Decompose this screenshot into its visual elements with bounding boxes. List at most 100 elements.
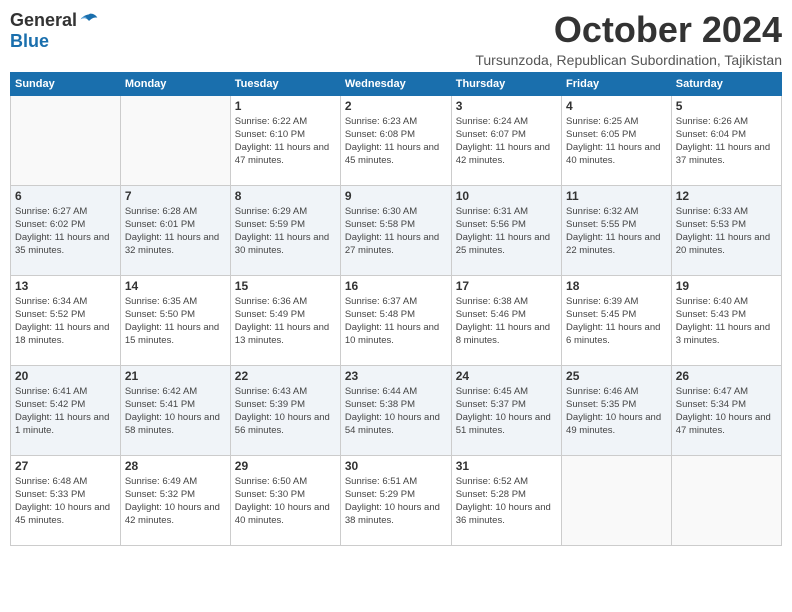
calendar-cell: 14 Sunrise: 6:35 AM Sunset: 5:50 PM Dayli…: [120, 275, 230, 365]
logo-bird-icon: [79, 11, 99, 31]
calendar-cell: [120, 95, 230, 185]
day-number: 31: [456, 459, 557, 473]
day-number: 22: [235, 369, 336, 383]
calendar-cell: 11 Sunrise: 6:32 AM Sunset: 5:55 PM Dayli…: [562, 185, 672, 275]
calendar-cell: 5Sunrise: 6:26 AM Sunset: 6:04 PM Daylig…: [671, 95, 781, 185]
day-header-wednesday: Wednesday: [340, 72, 451, 95]
day-info: Sunrise: 6:30 AM Sunset: 5:58 PM Dayligh…: [345, 205, 447, 258]
location-title: Tursunzoda, Republican Subordination, Ta…: [475, 52, 782, 68]
day-number: 2: [345, 99, 447, 113]
calendar-cell: 23 Sunrise: 6:44 AM Sunset: 5:38 PM Dayli…: [340, 365, 451, 455]
calendar-cell: 4 Sunrise: 6:25 AM Sunset: 6:05 PM Daylig…: [562, 95, 672, 185]
day-number: 29: [235, 459, 336, 473]
day-header-sunday: Sunday: [11, 72, 121, 95]
calendar-cell: 8Sunrise: 6:29 AM Sunset: 5:59 PM Daylig…: [230, 185, 340, 275]
logo-general: General: [10, 10, 77, 31]
day-number: 10: [456, 189, 557, 203]
day-header-monday: Monday: [120, 72, 230, 95]
calendar-cell: 1 Sunrise: 6:22 AM Sunset: 6:10 PM Daylig…: [230, 95, 340, 185]
day-number: 9: [345, 189, 447, 203]
calendar-cell: 9 Sunrise: 6:30 AM Sunset: 5:58 PM Daylig…: [340, 185, 451, 275]
day-info: Sunrise: 6:39 AM Sunset: 5:45 PM Dayligh…: [566, 295, 667, 348]
day-info: Sunrise: 6:51 AM Sunset: 5:29 PM Dayligh…: [345, 475, 447, 528]
title-section: October 2024 Tursunzoda, Republican Subo…: [475, 10, 782, 68]
day-info: Sunrise: 6:35 AM Sunset: 5:50 PM Dayligh…: [125, 295, 226, 348]
day-info: Sunrise: 6:37 AM Sunset: 5:48 PM Dayligh…: [345, 295, 447, 348]
day-number: 3: [456, 99, 557, 113]
day-info: Sunrise: 6:28 AM Sunset: 6:01 PM Dayligh…: [125, 205, 226, 258]
day-number: 17: [456, 279, 557, 293]
day-header-thursday: Thursday: [451, 72, 561, 95]
day-info: Sunrise: 6:22 AM Sunset: 6:10 PM Dayligh…: [235, 115, 336, 168]
calendar-cell: 27 Sunrise: 6:48 AM Sunset: 5:33 PM Dayli…: [11, 455, 121, 545]
day-number: 12: [676, 189, 777, 203]
day-header-saturday: Saturday: [671, 72, 781, 95]
calendar-cell: 31Sunrise: 6:52 AM Sunset: 5:28 PM Dayli…: [451, 455, 561, 545]
calendar-cell: 17 Sunrise: 6:38 AM Sunset: 5:46 PM Dayli…: [451, 275, 561, 365]
day-number: 15: [235, 279, 336, 293]
day-number: 7: [125, 189, 226, 203]
day-number: 19: [676, 279, 777, 293]
week-row-4: 20Sunrise: 6:41 AM Sunset: 5:42 PM Dayli…: [11, 365, 782, 455]
day-number: 30: [345, 459, 447, 473]
calendar-cell: 13Sunrise: 6:34 AM Sunset: 5:52 PM Dayli…: [11, 275, 121, 365]
day-info: Sunrise: 6:40 AM Sunset: 5:43 PM Dayligh…: [676, 295, 777, 348]
day-info: Sunrise: 6:47 AM Sunset: 5:34 PM Dayligh…: [676, 385, 777, 438]
day-info: Sunrise: 6:38 AM Sunset: 5:46 PM Dayligh…: [456, 295, 557, 348]
day-info: Sunrise: 6:34 AM Sunset: 5:52 PM Dayligh…: [15, 295, 116, 348]
calendar-cell: [671, 455, 781, 545]
calendar-cell: 6Sunrise: 6:27 AM Sunset: 6:02 PM Daylig…: [11, 185, 121, 275]
calendar-cell: 25 Sunrise: 6:46 AM Sunset: 5:35 PM Dayli…: [562, 365, 672, 455]
calendar-cell: 12 Sunrise: 6:33 AM Sunset: 5:53 PM Dayli…: [671, 185, 781, 275]
day-info: Sunrise: 6:24 AM Sunset: 6:07 PM Dayligh…: [456, 115, 557, 168]
calendar-cell: 20Sunrise: 6:41 AM Sunset: 5:42 PM Dayli…: [11, 365, 121, 455]
calendar-cell: 15 Sunrise: 6:36 AM Sunset: 5:49 PM Dayli…: [230, 275, 340, 365]
calendar-cell: 24Sunrise: 6:45 AM Sunset: 5:37 PM Dayli…: [451, 365, 561, 455]
logo-blue: Blue: [10, 31, 49, 51]
week-row-3: 13Sunrise: 6:34 AM Sunset: 5:52 PM Dayli…: [11, 275, 782, 365]
week-row-1: 1 Sunrise: 6:22 AM Sunset: 6:10 PM Daylig…: [11, 95, 782, 185]
day-info: Sunrise: 6:46 AM Sunset: 5:35 PM Dayligh…: [566, 385, 667, 438]
day-info: Sunrise: 6:36 AM Sunset: 5:49 PM Dayligh…: [235, 295, 336, 348]
day-number: 18: [566, 279, 667, 293]
day-number: 8: [235, 189, 336, 203]
day-number: 11: [566, 189, 667, 203]
day-number: 1: [235, 99, 336, 113]
calendar-cell: [11, 95, 121, 185]
logo: General Blue: [10, 10, 99, 52]
day-info: Sunrise: 6:43 AM Sunset: 5:39 PM Dayligh…: [235, 385, 336, 438]
day-number: 14: [125, 279, 226, 293]
day-number: 4: [566, 99, 667, 113]
calendar-table: SundayMondayTuesdayWednesdayThursdayFrid…: [10, 72, 782, 546]
day-number: 23: [345, 369, 447, 383]
calendar-cell: 3 Sunrise: 6:24 AM Sunset: 6:07 PM Daylig…: [451, 95, 561, 185]
day-info: Sunrise: 6:25 AM Sunset: 6:05 PM Dayligh…: [566, 115, 667, 168]
day-header-tuesday: Tuesday: [230, 72, 340, 95]
calendar-cell: 30 Sunrise: 6:51 AM Sunset: 5:29 PM Dayli…: [340, 455, 451, 545]
calendar-cell: 29Sunrise: 6:50 AM Sunset: 5:30 PM Dayli…: [230, 455, 340, 545]
calendar-cell: 7 Sunrise: 6:28 AM Sunset: 6:01 PM Daylig…: [120, 185, 230, 275]
day-info: Sunrise: 6:26 AM Sunset: 6:04 PM Dayligh…: [676, 115, 777, 168]
day-number: 27: [15, 459, 116, 473]
calendar-cell: 28Sunrise: 6:49 AM Sunset: 5:32 PM Dayli…: [120, 455, 230, 545]
day-info: Sunrise: 6:32 AM Sunset: 5:55 PM Dayligh…: [566, 205, 667, 258]
day-info: Sunrise: 6:48 AM Sunset: 5:33 PM Dayligh…: [15, 475, 116, 528]
week-row-5: 27 Sunrise: 6:48 AM Sunset: 5:33 PM Dayli…: [11, 455, 782, 545]
day-info: Sunrise: 6:33 AM Sunset: 5:53 PM Dayligh…: [676, 205, 777, 258]
page-header: General Blue October 2024 Tursunzoda, Re…: [10, 10, 782, 68]
calendar-cell: 22 Sunrise: 6:43 AM Sunset: 5:39 PM Dayli…: [230, 365, 340, 455]
day-info: Sunrise: 6:49 AM Sunset: 5:32 PM Dayligh…: [125, 475, 226, 528]
day-number: 25: [566, 369, 667, 383]
calendar-cell: 21Sunrise: 6:42 AM Sunset: 5:41 PM Dayli…: [120, 365, 230, 455]
day-info: Sunrise: 6:44 AM Sunset: 5:38 PM Dayligh…: [345, 385, 447, 438]
day-info: Sunrise: 6:31 AM Sunset: 5:56 PM Dayligh…: [456, 205, 557, 258]
calendar-cell: 16Sunrise: 6:37 AM Sunset: 5:48 PM Dayli…: [340, 275, 451, 365]
day-number: 21: [125, 369, 226, 383]
calendar-cell: 2Sunrise: 6:23 AM Sunset: 6:08 PM Daylig…: [340, 95, 451, 185]
day-info: Sunrise: 6:45 AM Sunset: 5:37 PM Dayligh…: [456, 385, 557, 438]
calendar-cell: [562, 455, 672, 545]
month-title: October 2024: [475, 10, 782, 50]
calendar-cell: 26Sunrise: 6:47 AM Sunset: 5:34 PM Dayli…: [671, 365, 781, 455]
calendar-cell: 19 Sunrise: 6:40 AM Sunset: 5:43 PM Dayli…: [671, 275, 781, 365]
calendar-cell: 18 Sunrise: 6:39 AM Sunset: 5:45 PM Dayli…: [562, 275, 672, 365]
